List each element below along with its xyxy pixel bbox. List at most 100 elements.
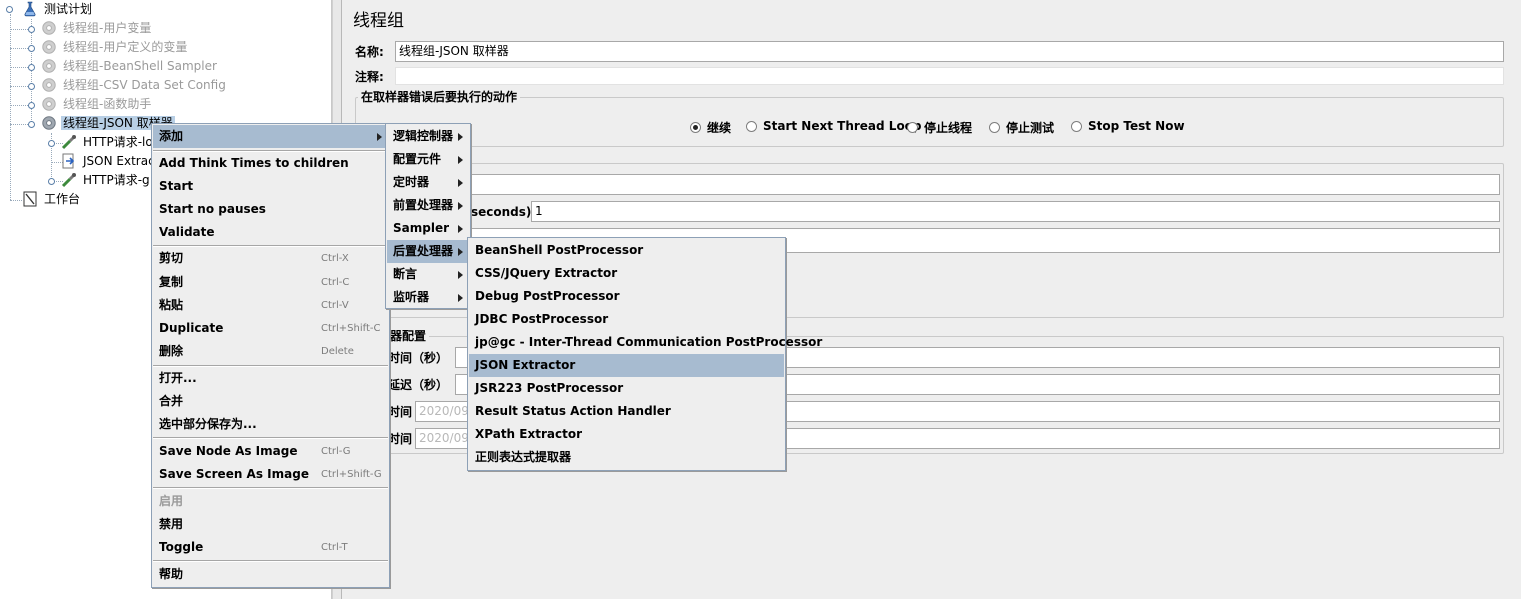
menu-item-label: Toggle <box>159 540 204 554</box>
menu-item-preprocessor[interactable]: 前置处理器 <box>387 194 469 217</box>
radio-start-next-thread-loop[interactable]: Start Next Thread Loop <box>746 119 922 133</box>
tree-node-thread-group[interactable]: 线程组-函数助手 <box>41 95 153 114</box>
radio-continue[interactable]: 继续 <box>690 119 731 136</box>
menu-item-label: XPath Extractor <box>475 427 582 441</box>
menu-item-json-extractor[interactable]: JSON Extractor <box>469 354 784 377</box>
menu-separator <box>153 487 388 489</box>
menu-item-copy[interactable]: 复制 Ctrl-C <box>153 271 388 294</box>
radio-stop-thread[interactable]: 停止线程 <box>907 119 972 136</box>
expand-toggle[interactable] <box>28 83 35 90</box>
tree-node-thread-group[interactable]: 线程组-用户变量 <box>41 19 153 38</box>
menu-item-label: Save Screen As Image <box>159 467 309 481</box>
menu-accelerator: Ctrl-C <box>321 277 350 288</box>
tree-node-label: 工作台 <box>44 192 81 206</box>
menu-item-debug-postprocessor[interactable]: Debug PostProcessor <box>469 285 784 308</box>
menu-accelerator: Delete <box>321 346 354 357</box>
menu-item-add[interactable]: 添加 <box>153 125 388 148</box>
radio-stop-test-now[interactable]: Stop Test Now <box>1071 119 1185 133</box>
menu-item-postprocessor[interactable]: 后置处理器 <box>387 240 469 263</box>
menu-item-css-jquery-extractor[interactable]: CSS/JQuery Extractor <box>469 262 784 285</box>
expand-toggle[interactable] <box>28 121 35 128</box>
menu-item-label: 前置处理器 <box>393 198 454 212</box>
menu-item-label: 合并 <box>159 394 184 408</box>
menu-item-result-status-action-handler[interactable]: Result Status Action Handler <box>469 400 784 423</box>
tree-node-thread-group[interactable]: 线程组-用户定义的变量 <box>41 38 189 57</box>
tree-node-http-request[interactable]: HTTP请求-g <box>61 171 152 190</box>
menu-item-label: Add Think Times to children <box>159 156 349 170</box>
menu-item-beanshell-postprocessor[interactable]: BeanShell PostProcessor <box>469 239 784 262</box>
menu-item-delete[interactable]: 删除 Delete <box>153 340 388 363</box>
menu-item-validate[interactable]: Validate <box>153 221 388 244</box>
thread-count-field[interactable] <box>458 174 1500 195</box>
menu-item-merge[interactable]: 合并 <box>153 390 388 413</box>
menu-item-label: 定时器 <box>393 175 430 189</box>
menu-item-toggle[interactable]: Toggle Ctrl-T <box>153 536 388 559</box>
menu-item-save-screen-as-image[interactable]: Save Screen As Image Ctrl+Shift-G <box>153 463 388 486</box>
menu-item-label: 打开... <box>159 371 197 385</box>
menu-item-save-node-as-image[interactable]: Save Node As Image Ctrl-G <box>153 440 388 463</box>
menu-item-listener[interactable]: 监听器 <box>387 286 469 309</box>
expand-toggle[interactable] <box>6 6 13 13</box>
expand-toggle[interactable] <box>48 178 55 185</box>
tree-node-thread-group[interactable]: 线程组-BeanShell Sampler <box>41 57 219 76</box>
tree-node-workbench[interactable]: 工作台 <box>22 190 82 209</box>
menu-item-jdbc-postprocessor[interactable]: JDBC PostProcessor <box>469 308 784 331</box>
radio-label: 停止线程 <box>924 121 973 135</box>
radio-button <box>1071 120 1082 132</box>
tree-node-label: 测试计划 <box>44 2 93 16</box>
expand-toggle[interactable] <box>48 140 55 147</box>
tree-node-test-plan[interactable]: 测试计划 <box>22 0 94 19</box>
menu-item-duplicate[interactable]: Duplicate Ctrl+Shift-C <box>153 317 388 340</box>
gear-icon <box>42 40 56 54</box>
tree-node-http-request[interactable]: HTTP请求-lo <box>61 133 155 152</box>
menu-item-save-selection-as[interactable]: 选中部分保存为... <box>153 413 388 436</box>
expand-toggle[interactable] <box>28 64 35 71</box>
tree-node-label: HTTP请求-lo <box>83 135 153 149</box>
tree-node-thread-group[interactable]: 线程组-CSV Data Set Config <box>41 76 228 95</box>
name-label: 名称: <box>355 45 384 59</box>
menu-item-label: Start no pauses <box>159 202 266 216</box>
tree-node-label: HTTP请求-g <box>83 173 150 187</box>
menu-accelerator: Ctrl-T <box>321 542 348 553</box>
menu-item-add-think-times[interactable]: Add Think Times to children <box>153 152 388 175</box>
menu-item-cut[interactable]: 剪切 Ctrl-X <box>153 247 388 270</box>
menu-item-start[interactable]: Start <box>153 175 388 198</box>
delay-label: 延迟（秒） <box>388 378 449 392</box>
name-field[interactable]: 线程组-JSON 取样器 <box>395 41 1504 62</box>
tree-node-json-extractor[interactable]: JSON Extrac <box>61 152 157 171</box>
gear-icon <box>42 116 56 130</box>
expand-toggle[interactable] <box>28 26 35 33</box>
menu-item-xpath-extractor[interactable]: XPath Extractor <box>469 423 784 446</box>
submenu-arrow-icon <box>458 156 463 164</box>
submenu-arrow-icon <box>458 179 463 187</box>
menu-item-regex-extractor[interactable]: 正则表达式提取器 <box>469 446 784 469</box>
menu-item-start-no-pauses[interactable]: Start no pauses <box>153 198 388 221</box>
menu-item-enable: 启用 <box>153 490 388 513</box>
menu-item-label: 选中部分保存为... <box>159 417 257 431</box>
menu-item-timer[interactable]: 定时器 <box>387 171 469 194</box>
menu-accelerator: Ctrl+Shift-G <box>321 469 382 480</box>
menu-item-config-element[interactable]: 配置元件 <box>387 148 469 171</box>
expand-toggle[interactable] <box>28 45 35 52</box>
pipette-icon <box>61 135 76 150</box>
radio-label: Start Next Thread Loop <box>763 119 922 133</box>
menu-item-inter-thread-postprocessor[interactable]: jp@gc - Inter-Thread Communication PostP… <box>469 331 822 354</box>
rampup-field[interactable]: 1 <box>531 201 1500 222</box>
duration-label: 时间（秒） <box>388 351 449 365</box>
menu-item-sampler[interactable]: Sampler <box>387 217 469 240</box>
comment-field[interactable] <box>395 67 1504 85</box>
menu-item-logic-controller[interactable]: 逻辑控制器 <box>387 125 469 148</box>
radio-stop-test[interactable]: 停止测试 <box>989 119 1054 136</box>
workbench-icon <box>23 191 37 207</box>
menu-item-label: 剪切 <box>159 251 184 265</box>
expand-toggle[interactable] <box>28 102 35 109</box>
menu-item-open[interactable]: 打开... <box>153 367 388 390</box>
menu-item-assertion[interactable]: 断言 <box>387 263 469 286</box>
menu-item-jsr223-postprocessor[interactable]: JSR223 PostProcessor <box>469 377 784 400</box>
menu-item-paste[interactable]: 粘贴 Ctrl-V <box>153 294 388 317</box>
comment-label: 注释: <box>355 70 384 84</box>
menu-item-help[interactable]: 帮助 <box>153 563 388 586</box>
menu-item-disable[interactable]: 禁用 <box>153 513 388 536</box>
menu-item-label: Debug PostProcessor <box>475 289 620 303</box>
tree-node-label: 线程组-CSV Data Set Config <box>63 78 226 92</box>
